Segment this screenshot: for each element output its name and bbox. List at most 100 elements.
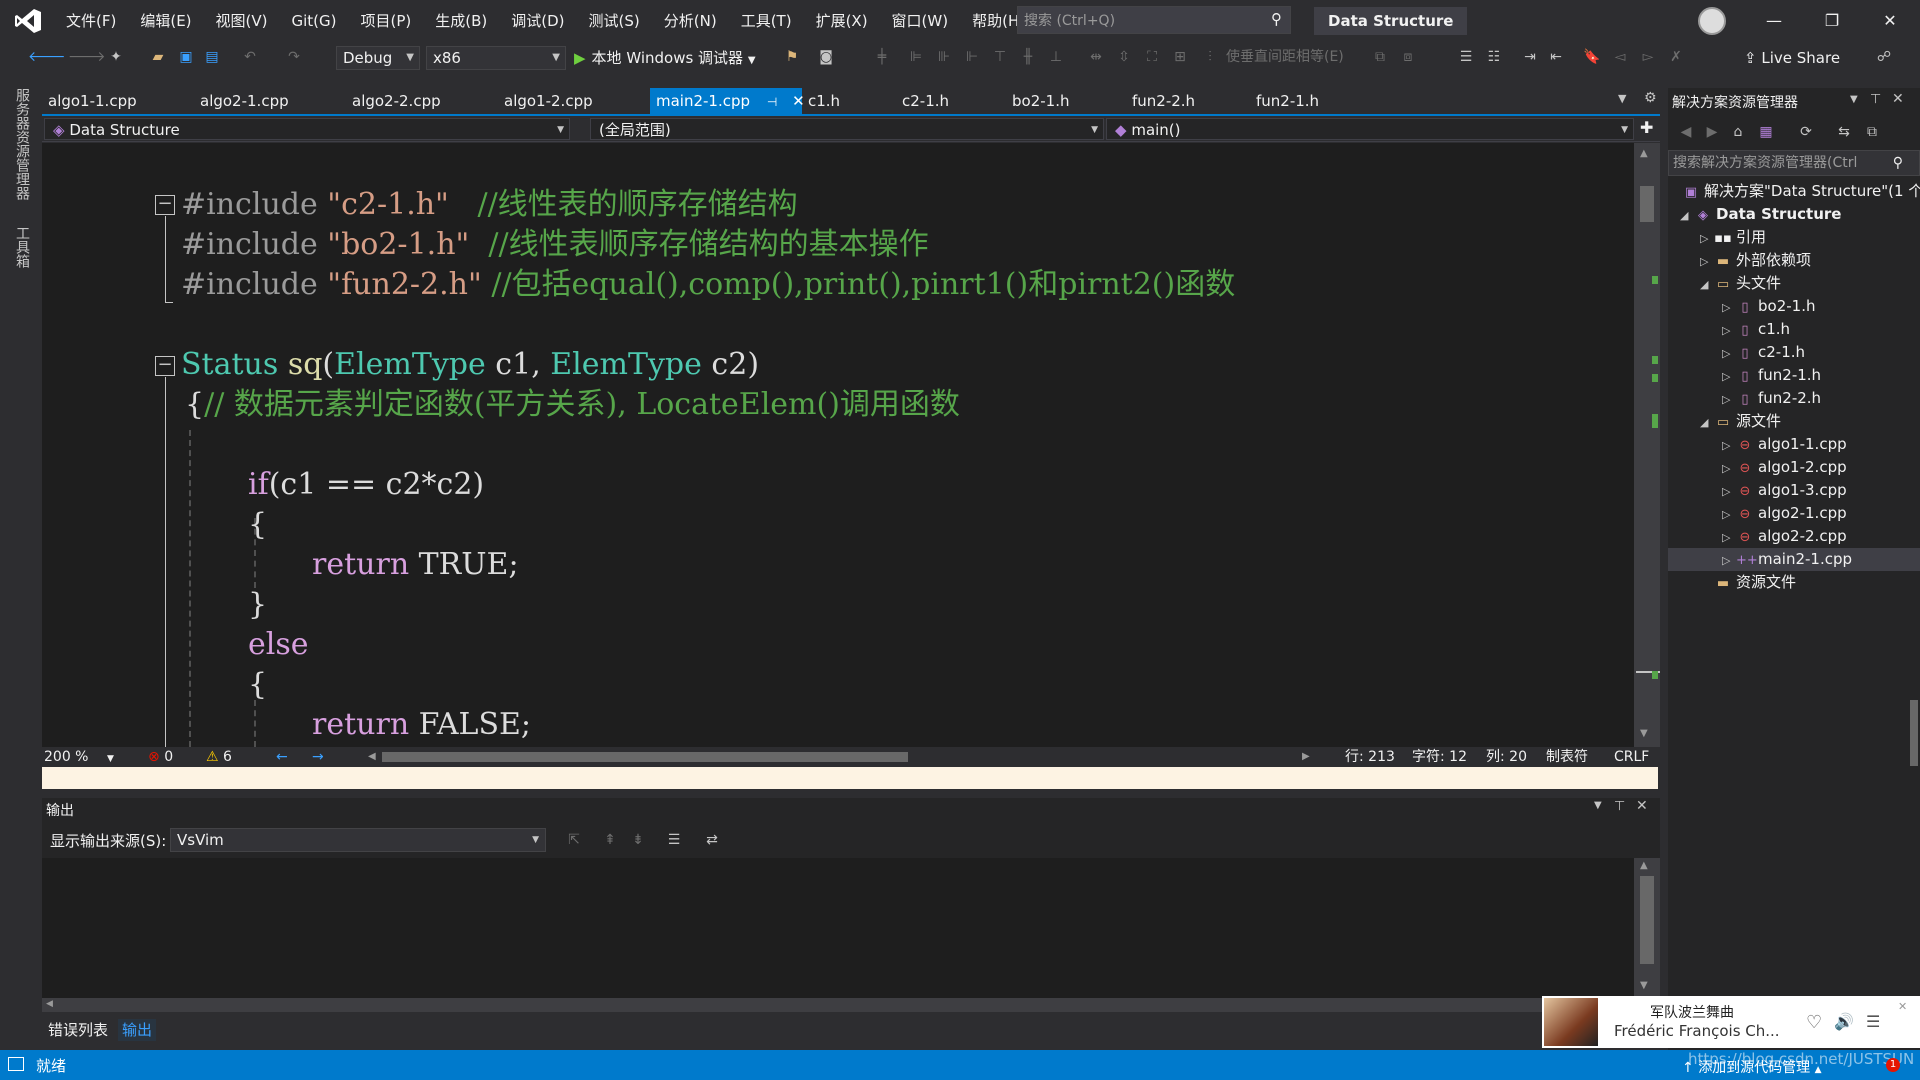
tree-file-main2-1[interactable]: ▷ ++main2-1.cpp: [1668, 548, 1920, 571]
tree-resource-files[interactable]: ▬ 资源文件: [1714, 571, 1796, 594]
output-source-select[interactable]: VsVim ▼: [170, 828, 546, 852]
send-back-icon[interactable]: ⧈: [1398, 47, 1418, 67]
tree-file-algo2-1[interactable]: ▷ ⊖ algo2-1.cpp: [1722, 502, 1847, 525]
forward-icon[interactable]: ▶: [1702, 122, 1722, 142]
maximize-icon[interactable]: ❐: [1810, 6, 1854, 36]
tree-file-fun2-1[interactable]: ▷ ▯ fun2-1.h: [1722, 364, 1821, 387]
collapse-all-icon[interactable]: ⧉: [1862, 122, 1882, 142]
collapsed-arrow-icon[interactable]: ▷: [1700, 227, 1714, 250]
home-icon[interactable]: ⌂: [1728, 122, 1748, 142]
scroll-down-icon[interactable]: ▼: [1640, 980, 1648, 991]
grid-icon[interactable]: ⊞: [1170, 47, 1190, 67]
tree-file-algo1-3[interactable]: ▷ ⊖ algo1-3.cpp: [1722, 479, 1847, 502]
collapsed-arrow-icon[interactable]: ▷: [1722, 365, 1736, 388]
align-top-icon[interactable]: ⊤: [990, 47, 1010, 67]
collapsed-arrow-icon[interactable]: ▷: [1722, 434, 1736, 457]
collapse-icon[interactable]: −: [155, 356, 175, 376]
next-message-icon[interactable]: ⇟: [628, 830, 648, 850]
tree-references[interactable]: ▷ ▪▪ 引用: [1700, 226, 1766, 249]
tree-file-algo1-2[interactable]: ▷ ⊖ algo1-2.cpp: [1722, 456, 1847, 479]
menu-test[interactable]: 测试(S): [577, 10, 652, 32]
solution-scrollbar-thumb[interactable]: [1910, 700, 1918, 766]
split-editor-icon[interactable]: ✚: [1640, 118, 1653, 137]
tab-main2-1[interactable]: main2-1.cpp ⊣ ✕: [650, 88, 805, 114]
back-icon[interactable]: 🡐: [28, 47, 66, 67]
collapsed-arrow-icon[interactable]: ▷: [1722, 296, 1736, 319]
close-panel-icon[interactable]: ✕: [1892, 91, 1904, 107]
open-folder-icon[interactable]: ▰: [148, 47, 168, 67]
outdent-icon[interactable]: ⇤: [1546, 47, 1566, 67]
uncomment-icon[interactable]: ☷: [1484, 47, 1504, 67]
expanded-arrow-icon[interactable]: ◢: [1680, 204, 1694, 227]
menu-git[interactable]: Git(G): [280, 10, 349, 32]
start-debugging-button[interactable]: ▶ 本地 Windows 调试器 ▼: [574, 46, 756, 70]
switch-views-icon[interactable]: ▦: [1756, 122, 1776, 142]
space-horizontal-icon[interactable]: ⇹: [1086, 47, 1106, 67]
vertical-spacing-label[interactable]: 使垂直间距相等(E): [1226, 47, 1344, 67]
menu-file[interactable]: 文件(F): [54, 10, 128, 32]
new-project-icon[interactable]: ✦: [106, 47, 126, 67]
expanded-arrow-icon[interactable]: ◢: [1700, 411, 1714, 434]
search-icon[interactable]: ⚲: [1893, 151, 1903, 175]
volume-icon[interactable]: 🔊: [1834, 1012, 1854, 1031]
tab-output[interactable]: 输出: [118, 1019, 157, 1041]
menu-window[interactable]: 窗口(W): [880, 10, 961, 32]
menu-view[interactable]: 视图(V): [204, 10, 280, 32]
editor-vertical-scrollbar[interactable]: [1634, 143, 1660, 747]
platform-select[interactable]: x86 ▼: [426, 46, 566, 70]
tree-file-c2-1[interactable]: ▷ ▯ c2-1.h: [1722, 341, 1805, 364]
collapsed-arrow-icon[interactable]: ▷: [1722, 319, 1736, 342]
output-text-area[interactable]: [42, 858, 1634, 998]
toolbox-tab[interactable]: 工具箱: [12, 226, 32, 268]
vertical-spacing-icon[interactable]: ⫶: [1200, 47, 1220, 67]
collapsed-arrow-icon[interactable]: ▷: [1700, 250, 1714, 273]
indent-icon[interactable]: ⇥: [1520, 47, 1540, 67]
undo-icon[interactable]: ↶: [240, 47, 260, 67]
tab-algo1-2[interactable]: algo1-2.cpp: [504, 88, 593, 114]
feedback-icon[interactable]: ☍: [1874, 47, 1894, 67]
save-all-icon[interactable]: ▤: [202, 47, 222, 67]
pin-icon[interactable]: ⊤: [1870, 92, 1881, 107]
collapsed-arrow-icon[interactable]: ▷: [1722, 526, 1736, 549]
scroll-up-icon[interactable]: ▲: [1640, 860, 1648, 871]
collapsed-arrow-icon[interactable]: ▷: [1722, 342, 1736, 365]
scope-dropdown[interactable]: (全局范围) ▼: [590, 118, 1104, 140]
pin-icon[interactable]: ⊣: [767, 95, 777, 109]
menu-edit[interactable]: 编辑(E): [128, 10, 203, 32]
project-dropdown[interactable]: ◈ Data Structure ▼: [44, 118, 570, 140]
member-dropdown[interactable]: ◆ main() ▼: [1106, 118, 1634, 140]
live-share-button[interactable]: ⇪ Live Share: [1744, 46, 1840, 70]
attach-icon[interactable]: ⚑: [782, 47, 802, 67]
close-window-icon[interactable]: ✕: [1868, 6, 1912, 36]
tab-mode[interactable]: 制表符: [1546, 747, 1588, 767]
tab-list-icon[interactable]: ▼: [1618, 92, 1626, 105]
output-scrollbar-thumb[interactable]: [1640, 876, 1654, 964]
tree-file-fun2-2[interactable]: ▷ ▯ fun2-2.h: [1722, 387, 1821, 410]
collapsed-arrow-icon[interactable]: ▷: [1722, 549, 1736, 572]
tree-file-c1[interactable]: ▷ ▯ c1.h: [1722, 318, 1790, 341]
pin-icon[interactable]: ⊤: [1614, 799, 1625, 814]
tab-fun2-2[interactable]: fun2-2.h: [1132, 88, 1195, 114]
tab-algo1-1[interactable]: algo1-1.cpp: [48, 88, 137, 114]
tree-source-files[interactable]: ◢ ▭ 源文件: [1700, 410, 1781, 433]
tree-external-deps[interactable]: ▷ ▬ 外部依赖项: [1700, 249, 1811, 272]
scroll-left-icon[interactable]: ◀: [368, 747, 376, 767]
tab-fun2-1[interactable]: fun2-1.h: [1256, 88, 1319, 114]
configuration-select[interactable]: Debug ▼: [336, 46, 420, 70]
forward-icon[interactable]: 🡒: [68, 47, 106, 67]
previous-message-icon[interactable]: ⇞: [600, 830, 620, 850]
browser-link-icon[interactable]: ◙: [816, 47, 836, 67]
avatar[interactable]: [1698, 7, 1726, 35]
sync-icon[interactable]: ⇆: [1834, 122, 1854, 142]
tree-file-bo2-1[interactable]: ▷ ▯ bo2-1.h: [1722, 295, 1815, 318]
horizontal-scrollbar-thumb[interactable]: [382, 752, 908, 762]
close-tab-icon[interactable]: ✕: [792, 92, 805, 110]
tab-bo2-1[interactable]: bo2-1.h: [1012, 88, 1069, 114]
playlist-icon[interactable]: ☰: [1866, 1012, 1880, 1031]
bookmark-icon[interactable]: 🔖: [1582, 47, 1602, 67]
collapsed-arrow-icon[interactable]: ▷: [1722, 457, 1736, 480]
tree-file-algo1-1[interactable]: ▷ ⊖ algo1-1.cpp: [1722, 433, 1847, 456]
scroll-up-icon[interactable]: ▲: [1640, 148, 1648, 159]
align-center-icon[interactable]: ⊪: [934, 47, 954, 67]
save-icon[interactable]: ▣: [176, 47, 196, 67]
